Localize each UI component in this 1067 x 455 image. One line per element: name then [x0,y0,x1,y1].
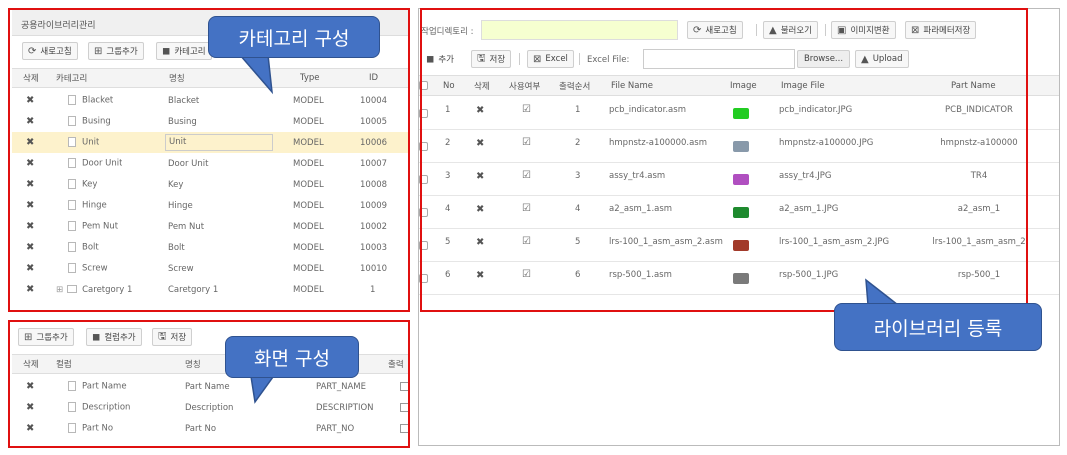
callout-pointers [238,54,901,404]
library-callout: 라이브러리 등록 [834,303,1042,351]
screen-callout-label: 화면 구성 [254,347,330,370]
category-callout-label: 카테고리 구성 [238,27,350,50]
category-callout-tail [238,54,274,95]
library-callout-tail [865,278,901,306]
library-callout-label: 라이브러리 등록 [873,317,1003,340]
screen-callout: 화면 구성 [225,336,359,378]
category-callout: 카테고리 구성 [208,16,380,58]
